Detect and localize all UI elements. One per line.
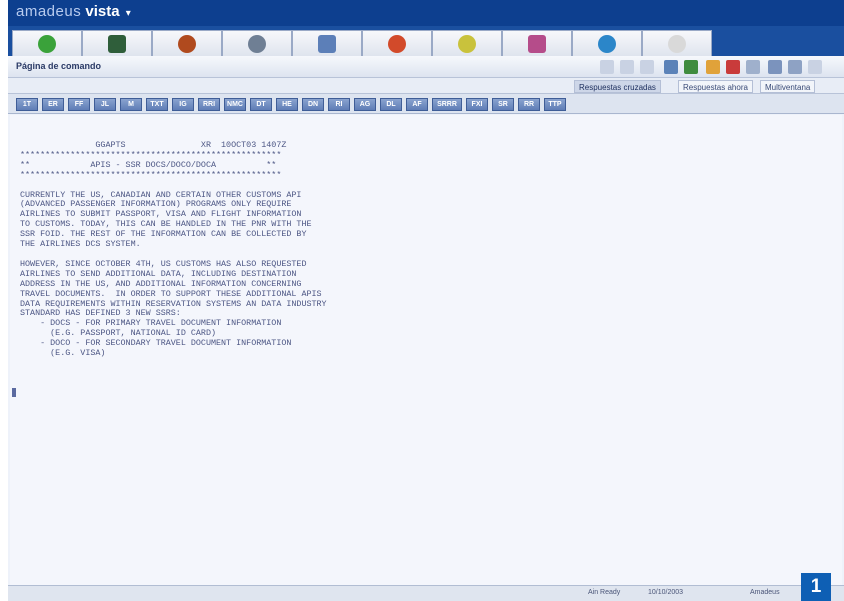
module-tab[interactable] — [362, 30, 432, 56]
function-key-button[interactable]: RRI — [198, 98, 220, 111]
function-key-button[interactable]: JL — [94, 98, 116, 111]
function-key-button[interactable]: 1T — [16, 98, 38, 111]
amadeus-vista-window: amadeus vista ▾ Página de comando Respue… — [8, 0, 844, 601]
function-key-button[interactable]: DN — [302, 98, 324, 111]
function-key-button[interactable]: TTP — [544, 98, 566, 111]
agent-icon — [388, 34, 406, 53]
sub-tab[interactable]: Respuestas cruzadas — [574, 80, 661, 93]
document-icon — [528, 34, 546, 53]
module-tab[interactable] — [152, 30, 222, 56]
module-tab[interactable] — [222, 30, 292, 56]
function-key-button[interactable]: DT — [250, 98, 272, 111]
seats-icon — [38, 34, 56, 53]
function-key-button[interactable]: RI — [328, 98, 350, 111]
function-key-button[interactable]: M — [120, 98, 142, 111]
terminal-line: (E.G. VISA) — [20, 348, 106, 359]
module-tab[interactable] — [82, 30, 152, 56]
terminal-line: ****************************************… — [20, 169, 282, 180]
toolbar-blank-icon[interactable] — [640, 60, 654, 74]
terminal-cursor — [12, 388, 16, 397]
module-tab[interactable] — [572, 30, 642, 56]
module-tab[interactable] — [432, 30, 502, 56]
function-key-button[interactable]: FXI — [466, 98, 488, 111]
toolbar-blank-icon[interactable] — [600, 60, 614, 74]
function-key-button[interactable]: AG — [354, 98, 376, 111]
function-key-button[interactable]: RR — [518, 98, 540, 111]
toolbar-tree-icon[interactable] — [684, 60, 698, 74]
earth-icon — [598, 34, 616, 53]
car-icon — [318, 34, 336, 53]
module-tab[interactable] — [642, 30, 712, 56]
person-icon — [178, 34, 196, 53]
command-terminal[interactable]: GGAPTS XR 10OCT03 1407Z *****************… — [10, 115, 842, 585]
module-tab[interactable] — [12, 30, 82, 56]
brand-name-bold: vista — [85, 3, 120, 20]
toolbar-help-icon[interactable] — [788, 60, 802, 74]
function-key-button[interactable]: ER — [42, 98, 64, 111]
function-key-button[interactable]: TXT — [146, 98, 168, 111]
status-date: 10/10/2003 — [648, 589, 684, 596]
function-key-button[interactable]: HE — [276, 98, 298, 111]
tools-icon — [248, 34, 266, 53]
toolbar-blank-icon[interactable] — [620, 60, 634, 74]
hotel-icon — [458, 34, 476, 53]
brand-menu[interactable]: amadeus vista ▾ — [16, 3, 131, 20]
function-key-button[interactable]: DL — [380, 98, 402, 111]
sub-tab[interactable]: Respuestas ahora — [678, 80, 753, 93]
sub-tab-row: Respuestas cruzadas Respuestas ahora Multi… — [8, 78, 844, 94]
function-key-button[interactable]: IG — [172, 98, 194, 111]
globe-dark-icon — [108, 34, 126, 53]
command-page-bar: Página de comando — [8, 56, 844, 78]
status-bar: Ain Ready 10/10/2003 Amadeus — [8, 585, 844, 601]
function-key-bar: 1T ER FF JL M TXT IG RRI NMC DT HE DN RI AG DL AF SRRR FX… — [8, 94, 844, 114]
sub-tab[interactable]: Multiventana — [760, 80, 816, 93]
figure-number-badge: 1 — [801, 573, 831, 601]
function-key-button[interactable]: SR — [492, 98, 514, 111]
terminal-text: GGAPTS XR 10OCT03 1407Z *****************… — [20, 140, 327, 359]
toolbar-record-icon[interactable] — [726, 60, 740, 74]
function-key-button[interactable]: SRRR — [432, 98, 462, 111]
toolbar-dropdown-icon[interactable] — [746, 60, 760, 74]
toolbar-view-icon[interactable] — [664, 60, 678, 74]
brand-bar: amadeus vista ▾ — [8, 0, 844, 26]
function-key-button[interactable]: FF — [68, 98, 90, 111]
brand-caret-icon: ▾ — [125, 8, 131, 19]
toolbar-key-icon[interactable] — [706, 60, 720, 74]
command-page-title: Página de comando — [16, 61, 102, 71]
terminal-line: THE AIRLINES DCS SYSTEM. — [20, 239, 141, 250]
brand-name-light: amadeus — [16, 3, 82, 20]
terminal-line: TRAVEL DOCUMENTS. IN ORDER TO SUPPORT TH… — [20, 288, 322, 299]
status-left: Ain Ready — [588, 589, 621, 596]
function-key-button[interactable]: NMC — [224, 98, 246, 111]
status-right: Amadeus — [750, 589, 780, 596]
module-tab[interactable] — [292, 30, 362, 56]
module-tab-row — [8, 26, 844, 56]
calendar-icon — [668, 34, 686, 53]
function-key-button[interactable]: AF — [406, 98, 428, 111]
module-tab[interactable] — [502, 30, 572, 56]
toolbar-more-icon[interactable] — [808, 60, 822, 74]
toolbar-window-icon[interactable] — [768, 60, 782, 74]
